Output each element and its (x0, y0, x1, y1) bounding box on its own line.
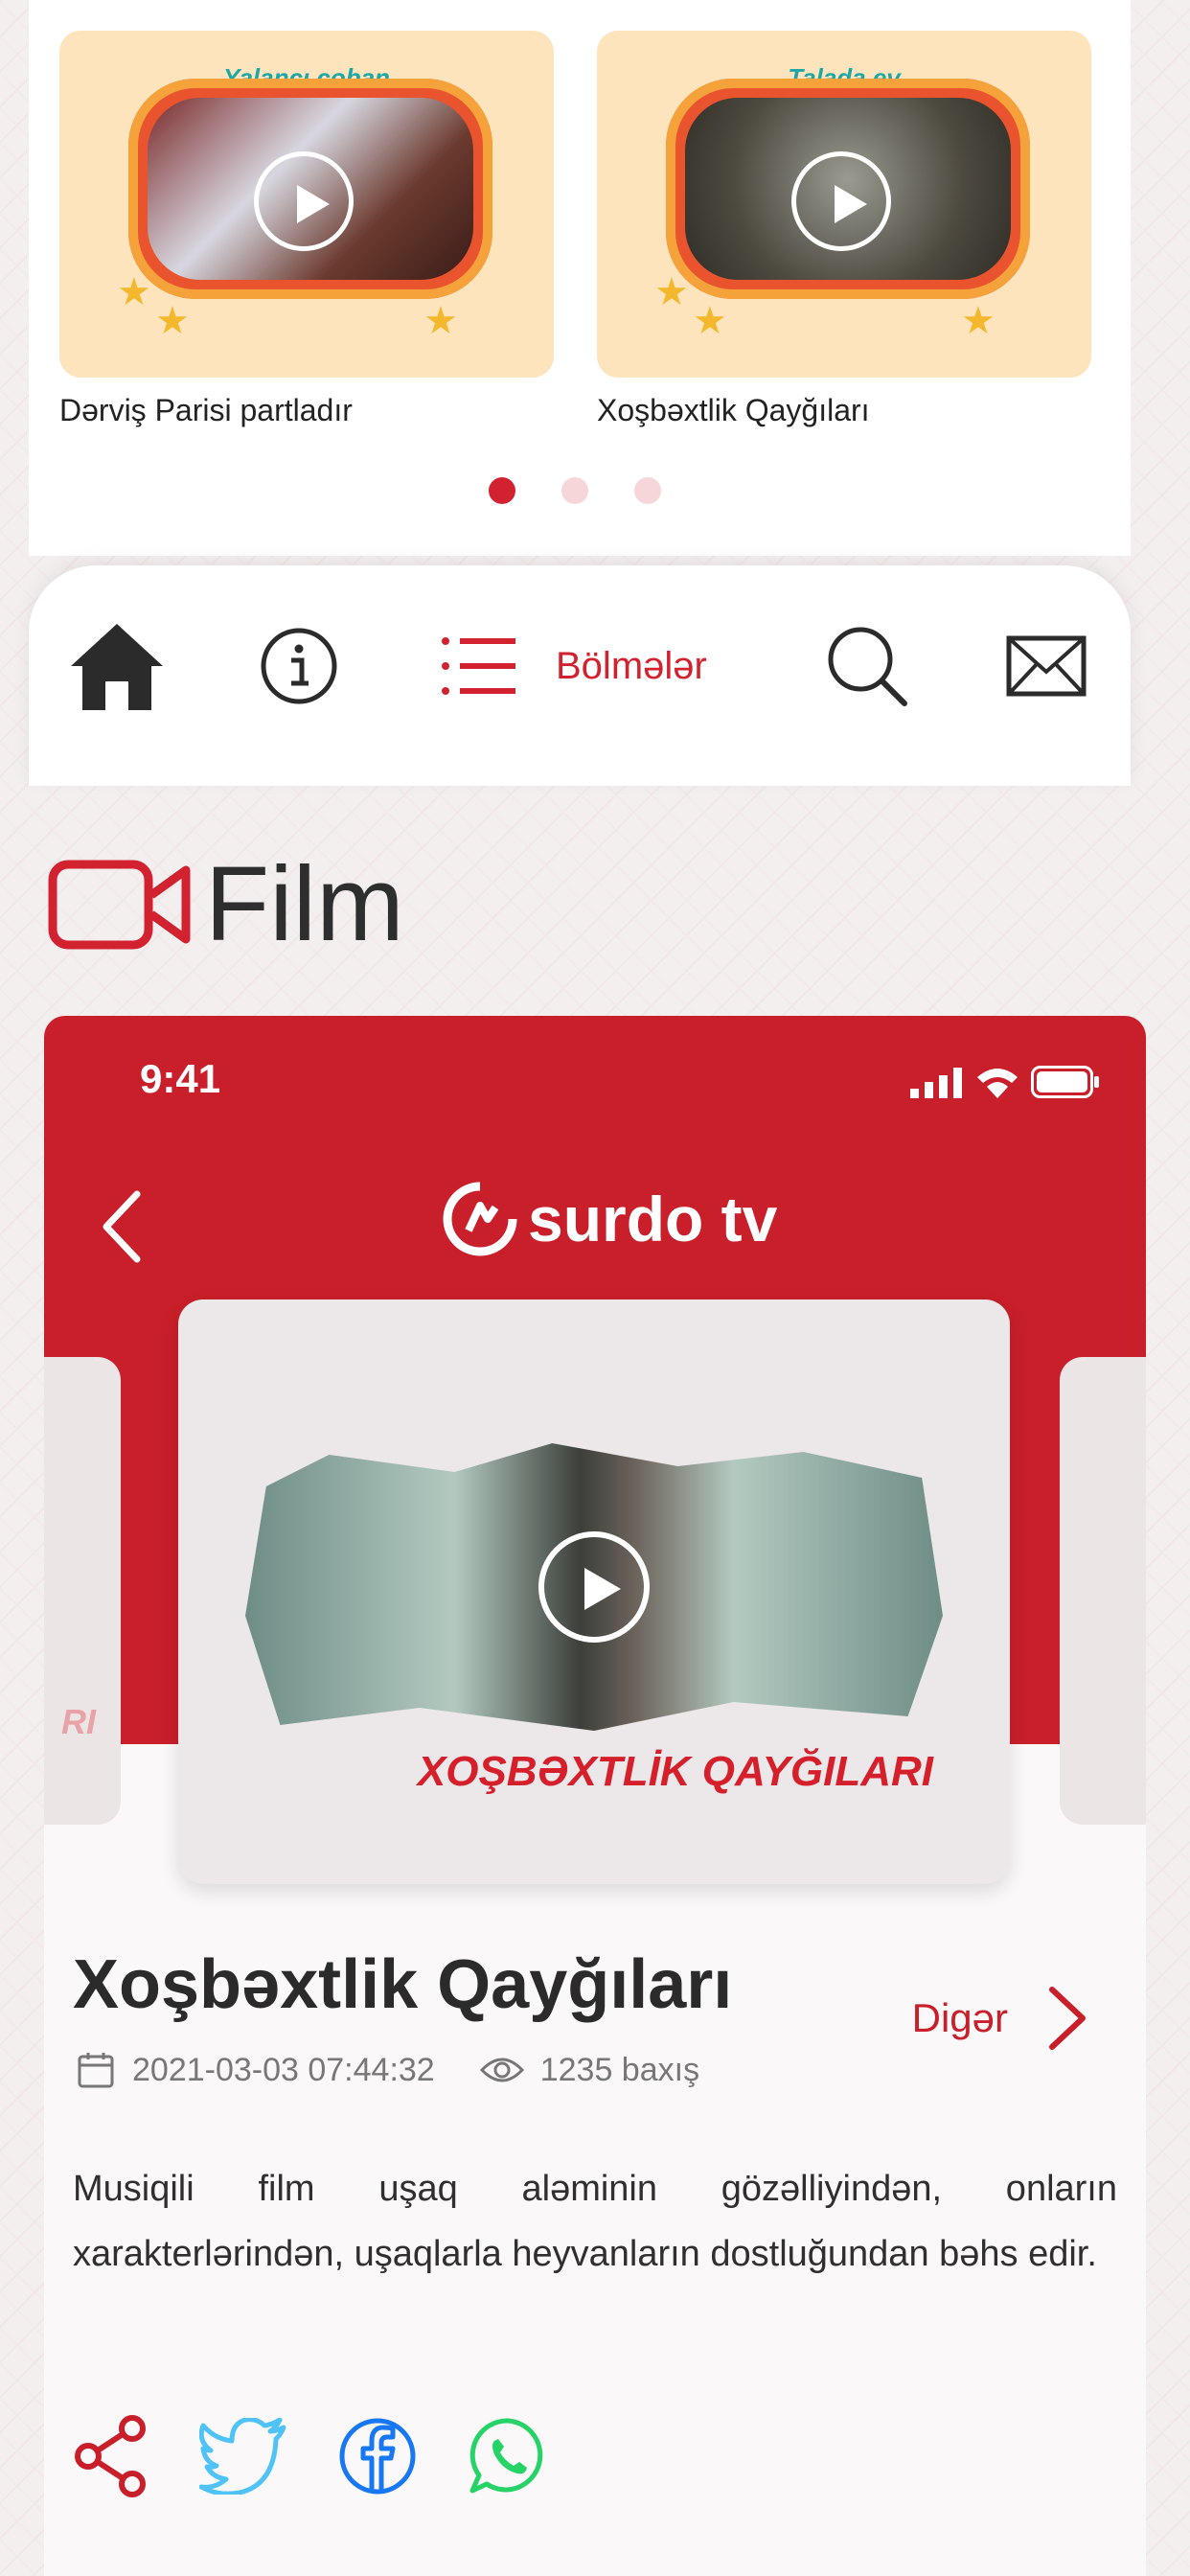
status-icons (910, 1066, 1100, 1098)
section-title: Film (205, 845, 404, 963)
more-button[interactable]: Digər (912, 1984, 1088, 2053)
calendar-icon (78, 2053, 114, 2088)
home-icon (71, 624, 163, 710)
list-icon (442, 637, 515, 695)
section-heading: Film (48, 843, 404, 965)
movie-detail-card: 9:41 surdo tv RI XOŞBƏXTLİK QAYĞILARI Xo… (44, 1016, 1146, 2576)
surdotv-logo: surdo tv (442, 1181, 777, 1257)
carousel-slide-next[interactable] (1060, 1357, 1146, 1825)
twitter-icon (198, 2417, 286, 2496)
carousel-item-thumbnail[interactable]: Talada ev ★ ★ ★ (597, 31, 1091, 378)
chevron-left-icon (103, 1190, 141, 1263)
play-icon[interactable] (538, 1531, 650, 1643)
share-button[interactable] (73, 2415, 149, 2502)
whatsapp-icon (469, 2418, 543, 2494)
eye-icon (479, 2058, 524, 2082)
carousel-item-thumbnail[interactable]: Yalançı çoban ★ ★ ★ (59, 31, 554, 378)
nav-sections-label: Bölmələr (556, 644, 707, 687)
more-label: Digər (911, 1995, 1008, 2040)
facebook-share-button[interactable] (337, 2416, 418, 2501)
star-icon: ★ (693, 300, 727, 342)
nav-contact[interactable] (1006, 618, 1087, 714)
carousel-slide-previous[interactable]: RI (44, 1357, 121, 1825)
nav-sections[interactable]: Bölmələr (441, 618, 707, 714)
carousel-pagination (29, 477, 1131, 506)
status-time: 9:41 (140, 1056, 221, 1101)
carousel-slide-current[interactable]: XOŞBƏXTLİK QAYĞILARI (178, 1300, 1010, 1884)
pagination-dot-active[interactable] (489, 477, 515, 504)
carousel: Yalançı çoban ★ ★ ★ Dərviş Parisi partla… (29, 0, 1131, 556)
movie-date: 2021-03-03 07:44:32 (132, 2051, 435, 2088)
share-bar (73, 2415, 598, 2502)
signal-icon (910, 1068, 962, 1098)
nav-search[interactable] (824, 618, 910, 714)
video-banner-title: XOŞBƏXTLİK QAYĞILARI (417, 1748, 933, 1795)
video-camera-icon (48, 860, 191, 949)
slide-peek-text: RI (61, 1702, 96, 1741)
star-icon: ★ (117, 271, 151, 313)
movie-description: Musiqili film uşaq aləminin gözəlliyində… (73, 2169, 1117, 2274)
star-icon: ★ (654, 271, 689, 313)
nav-info[interactable] (259, 618, 339, 714)
pagination-dot[interactable] (634, 477, 661, 504)
back-button[interactable] (97, 1188, 145, 1270)
play-icon[interactable] (791, 151, 891, 251)
star-icon: ★ (423, 300, 458, 342)
movie-title: Xoşbəxtlik Qayğıları (73, 1946, 733, 2023)
search-icon (828, 627, 907, 706)
play-icon[interactable] (254, 151, 354, 251)
twitter-share-button[interactable] (198, 2417, 287, 2499)
logo-mark-icon (443, 1182, 517, 1256)
info-icon (261, 628, 337, 704)
whatsapp-share-button[interactable] (468, 2416, 548, 2501)
nav-home[interactable] (67, 618, 167, 714)
facebook-icon (339, 2418, 416, 2495)
pagination-dot[interactable] (561, 477, 588, 504)
movie-views: 1235 baxış (539, 2051, 700, 2088)
carousel-item-caption[interactable]: Xoşbəxtlik Qayğıları (597, 393, 870, 428)
star-icon: ★ (961, 300, 995, 342)
movie-meta: 2021-03-03 07:44:32 1235 baxış (77, 2051, 699, 2089)
navigation-bar: Bölmələr (29, 565, 1131, 786)
star-icon: ★ (155, 300, 190, 342)
share-icon (75, 2415, 146, 2497)
battery-icon (1031, 1066, 1099, 1098)
logo-text: surdo tv (528, 1184, 778, 1254)
chevron-right-icon (1049, 1987, 1086, 2050)
wifi-icon (977, 1069, 1018, 1098)
video-thumbnail (245, 1443, 943, 1731)
mail-icon (1006, 635, 1087, 697)
carousel-item-caption[interactable]: Dərviş Parisi partladır (59, 393, 353, 428)
